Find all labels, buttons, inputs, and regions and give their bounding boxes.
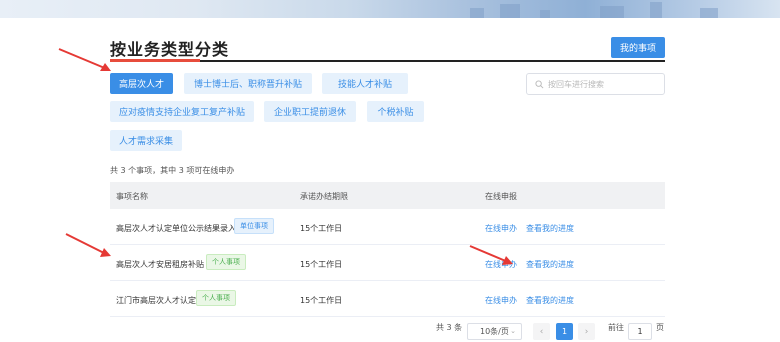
item-name: 高层次人才安居租房补贴 bbox=[116, 260, 204, 269]
table-row: 高层次人才安居租房补贴 个人事项 15个工作日 在线申办 查看我的进度 bbox=[110, 245, 665, 281]
category-tag-high-level-talent[interactable]: 高层次人才 bbox=[110, 73, 173, 94]
summary-text: 共 3 个事项，其中 3 项可在线申办 bbox=[110, 166, 235, 175]
table-row: 江门市高层次人才认定 个人事项 15个工作日 在线申办 查看我的进度 bbox=[110, 281, 665, 317]
category-tag-doctor-postdoc[interactable]: 博士博士后、职称晋升补贴 bbox=[184, 73, 312, 94]
category-tag-early-retirement[interactable]: 企业职工提前退休 bbox=[264, 101, 356, 122]
goto-page-input[interactable]: 1 bbox=[628, 323, 652, 340]
annotation-arrow-icon bbox=[469, 245, 513, 265]
item-type-badge: 个人事项 bbox=[196, 290, 236, 306]
search-icon bbox=[535, 79, 544, 88]
column-header-name: 事项名称 bbox=[116, 192, 148, 201]
annotation-arrow-icon bbox=[58, 48, 111, 71]
table-row: 高层次人才认定单位公示结果录入 单位事项 15个工作日 在线申办 查看我的进度 bbox=[110, 209, 665, 245]
prev-page-button[interactable]: ‹ bbox=[533, 323, 550, 340]
page-title: 按业务类型分类 bbox=[110, 40, 230, 59]
category-tag-epidemic-subsidy[interactable]: 应对疫情支持企业复工复产补贴 bbox=[110, 101, 254, 122]
page-suffix: 页 bbox=[656, 323, 664, 332]
item-name: 江门市高层次人才认定 bbox=[116, 296, 196, 305]
page-size-select[interactable]: 10条/页 ⌄ bbox=[467, 323, 522, 340]
page-number-button[interactable]: 1 bbox=[556, 323, 573, 340]
item-deadline: 15个工作日 bbox=[300, 260, 343, 269]
apply-online-link[interactable]: 在线申办 bbox=[485, 295, 517, 306]
table-header: 事项名称 承诺办结期限 在线申报 bbox=[110, 182, 665, 209]
item-type-badge: 单位事项 bbox=[234, 218, 274, 234]
category-tag-talent-demand[interactable]: 人才需求采集 bbox=[110, 130, 182, 151]
header-banner bbox=[0, 0, 780, 18]
goto-label: 前往 bbox=[608, 323, 624, 332]
search-box[interactable] bbox=[526, 73, 665, 95]
view-progress-link[interactable]: 查看我的进度 bbox=[526, 223, 574, 234]
view-progress-link[interactable]: 查看我的进度 bbox=[526, 295, 574, 306]
apply-online-link[interactable]: 在线申办 bbox=[485, 223, 517, 234]
item-deadline: 15个工作日 bbox=[300, 224, 343, 233]
column-header-deadline: 承诺办结期限 bbox=[300, 192, 348, 201]
category-tag-tax-subsidy[interactable]: 个税补贴 bbox=[367, 101, 424, 122]
item-deadline: 15个工作日 bbox=[300, 296, 343, 305]
item-type-badge: 个人事项 bbox=[206, 254, 246, 270]
pagination-total: 共 3 条 bbox=[436, 323, 463, 332]
next-page-button[interactable]: › bbox=[578, 323, 595, 340]
category-tag-skilled-talent[interactable]: 技能人才补贴 bbox=[322, 73, 408, 94]
item-name: 高层次人才认定单位公示结果录入 bbox=[116, 224, 236, 233]
column-header-online: 在线申报 bbox=[485, 192, 517, 201]
annotation-arrow-icon bbox=[65, 233, 111, 257]
title-accent-bar bbox=[110, 59, 200, 62]
view-progress-link[interactable]: 查看我的进度 bbox=[526, 259, 574, 270]
page-size-value: 10条/页 bbox=[480, 327, 509, 336]
search-input[interactable] bbox=[548, 79, 658, 89]
chevron-down-icon: ⌄ bbox=[510, 327, 516, 335]
my-items-button[interactable]: 我的事项 bbox=[611, 37, 665, 58]
